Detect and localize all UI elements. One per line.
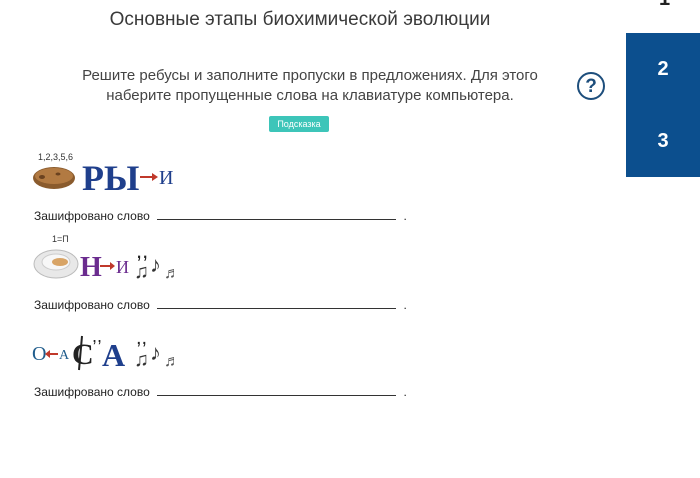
rebus-3-image: О А С ,, А ,, ♫ ♪ ♬ xyxy=(32,326,180,372)
instructions: Решите ребусы и заполните пропуски в пре… xyxy=(40,66,580,106)
svg-text:♫: ♫ xyxy=(134,349,149,371)
plate-icon xyxy=(33,249,79,279)
answer-row-1: Зашифровано слово . xyxy=(34,207,407,223)
svg-text:♪: ♪ xyxy=(150,252,161,277)
rebus-2-caption: 1=П xyxy=(52,234,69,244)
rebus-3-letter-a: А xyxy=(59,348,70,363)
instructions-line-2: наберите пропущенные слова на клавиатуре… xyxy=(106,87,514,104)
rebus-3-letter-big-a: А xyxy=(102,337,125,372)
arrow-left-icon xyxy=(45,350,58,358)
rebus-1-caption: 1,2,3,5,6 xyxy=(38,152,73,162)
answer-label-2: Зашифровано слово xyxy=(34,298,150,312)
rebus-1-letters: РЫ xyxy=(82,158,139,196)
page-title: Основные этапы биохимической эволюции xyxy=(109,9,491,30)
answer-row-2: Зашифровано слово . xyxy=(34,296,407,312)
rebus-1-letter-right: И xyxy=(159,167,173,189)
answer-field-2[interactable] xyxy=(157,296,397,309)
answer-field-1[interactable] xyxy=(157,207,397,220)
arrow-right-icon xyxy=(100,262,115,270)
svg-text:,,: ,, xyxy=(136,238,148,263)
rebus-3-letter-c: С xyxy=(72,338,94,371)
nav-item-1[interactable]: 1 xyxy=(626,0,700,33)
answer-label-3: Зашифровано слово xyxy=(34,385,150,399)
rebus-2-letter: Н xyxy=(80,252,102,283)
svg-text:♬: ♬ xyxy=(164,353,180,370)
help-icon: ? xyxy=(585,76,597,97)
answer-field-3[interactable] xyxy=(157,383,397,396)
task-navigation: 1 2 3 xyxy=(626,0,700,177)
arrow-right-icon xyxy=(140,173,158,181)
rebus-2-image: 1=П Н И ,, ♫ ♪ ♬ xyxy=(33,234,180,283)
answer-label-1: Зашифровано слово xyxy=(34,209,150,223)
svg-text:♫: ♫ xyxy=(134,261,149,283)
music-notes-icon: ,, ♫ ♪ ♬ xyxy=(134,238,180,283)
rebus-1-image: 1,2,3,5,6 РЫ И xyxy=(33,152,173,196)
instructions-line-1: Решите ребусы и заполните пропуски в пре… xyxy=(82,67,538,84)
hint-button[interactable]: Подсказка xyxy=(269,116,329,132)
music-notes-icon: ,, ♫ ♪ ♬ xyxy=(134,327,180,371)
nav-item-3[interactable]: 3 xyxy=(626,105,700,177)
svg-text:,,: ,, xyxy=(92,326,102,346)
rebus-2-letter-right: И xyxy=(116,257,129,277)
rebus-3-letter-o: О xyxy=(32,343,46,365)
nav-item-2[interactable]: 2 xyxy=(626,33,700,105)
cork-icon xyxy=(33,167,75,189)
help-button[interactable]: ? xyxy=(577,72,605,100)
svg-text:♬: ♬ xyxy=(164,265,180,282)
svg-text:♪: ♪ xyxy=(150,340,161,365)
svg-text:,,: ,, xyxy=(136,327,147,349)
answer-row-3: Зашифровано слово . xyxy=(34,383,407,399)
